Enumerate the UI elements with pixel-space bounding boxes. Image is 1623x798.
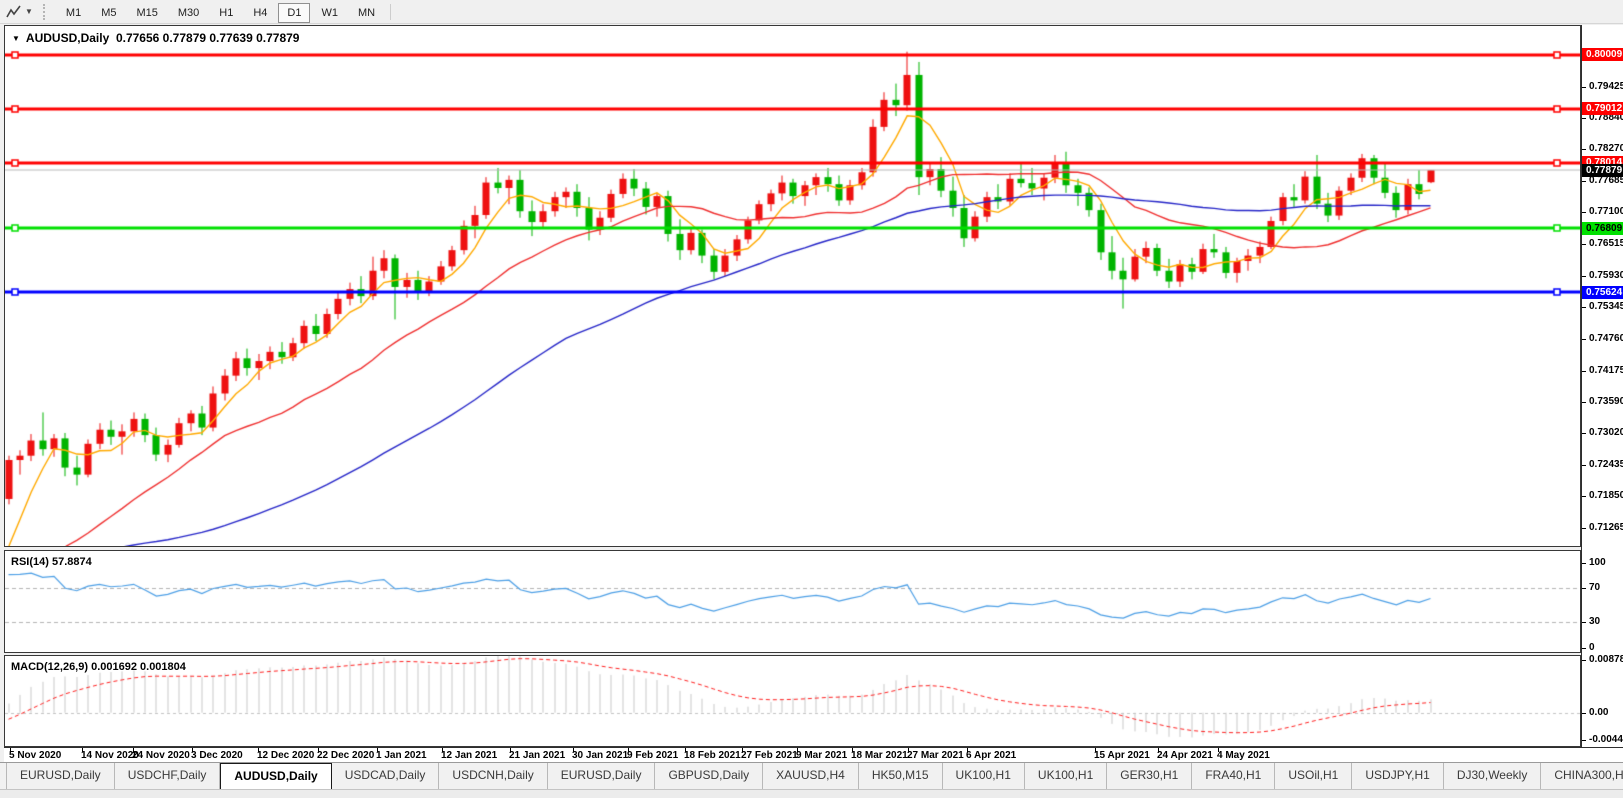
timeframe-button-m1[interactable]: M1 bbox=[57, 3, 90, 23]
date-label: 9 Mar 2021 bbox=[796, 750, 848, 761]
price-axis-tick: 0.71850 bbox=[1582, 490, 1623, 502]
macd-axis-tick: 0.008782 bbox=[1582, 654, 1623, 666]
timeframe-button-h1[interactable]: H1 bbox=[210, 3, 242, 23]
date-label: 4 May 2021 bbox=[1217, 750, 1270, 761]
rsi-canvas[interactable] bbox=[5, 551, 1580, 652]
chart-tab-ger30-h1[interactable]: GER30,H1 bbox=[1107, 763, 1193, 789]
timeframe-button-h4[interactable]: H4 bbox=[244, 3, 276, 23]
rsi-axis-tick: 100 bbox=[1582, 557, 1623, 569]
date-label: 24 Nov 2020 bbox=[132, 750, 190, 761]
date-label: 30 Jan 2021 bbox=[572, 750, 629, 761]
chart-tab-bar: EURUSD,Daily USDCHF,Daily AUDUSD,Daily USDC… bbox=[0, 762, 1623, 789]
chevron-down-icon[interactable]: ▼ bbox=[25, 7, 33, 16]
rsi-axis-tick: 70 bbox=[1582, 582, 1623, 594]
chart-tab-usoil-h1[interactable]: USOil,H1 bbox=[1275, 763, 1353, 789]
main-chart-canvas[interactable] bbox=[5, 26, 1580, 546]
date-label: 5 Nov 2020 bbox=[9, 750, 62, 761]
chart-tab-uk100-h1[interactable]: UK100,H1 bbox=[1025, 763, 1108, 789]
chart-tab-china300-h1[interactable]: CHINA300,H1 bbox=[1541, 763, 1623, 789]
price-axis-tick: 0.71265 bbox=[1582, 522, 1623, 534]
price-tag-hline-3: 0.76809 bbox=[1582, 221, 1623, 235]
price-axis-tick: 0.74175 bbox=[1582, 365, 1623, 377]
price-axis-tick: 0.72435 bbox=[1582, 459, 1623, 471]
rsi-axis-tick: 30 bbox=[1582, 616, 1623, 628]
chart-tab-usdcnh-daily[interactable]: USDCNH,Daily bbox=[439, 763, 548, 789]
macd-axis-tick: 0.00 bbox=[1582, 707, 1623, 719]
date-label: 3 Dec 2020 bbox=[191, 750, 243, 761]
price-axis-tick: 0.73590 bbox=[1582, 396, 1623, 408]
chart-tab-fra40-h1[interactable]: FRA40,H1 bbox=[1192, 763, 1276, 789]
chart-tab-xauusd-h4[interactable]: XAUUSD,H4 bbox=[763, 763, 859, 789]
chart-tab-eurusd-daily[interactable]: EURUSD,Daily bbox=[548, 763, 656, 789]
date-label: 22 Dec 2020 bbox=[317, 750, 375, 761]
chart-tab-gbpusd-daily[interactable]: GBPUSD,Daily bbox=[655, 763, 764, 789]
timeframe-button-m15[interactable]: M15 bbox=[127, 3, 166, 23]
macd-canvas[interactable] bbox=[5, 656, 1580, 746]
chart-title-symbol: AUDUSD,Daily bbox=[25, 31, 110, 45]
price-axis-tick: 0.75930 bbox=[1582, 270, 1623, 282]
toolbar-separator bbox=[390, 3, 392, 20]
date-label: 14 Nov 2020 bbox=[81, 750, 139, 761]
price-axis: 0.79425 0.78840 0.78270 0.77685 0.77100 0.765… bbox=[1581, 25, 1623, 747]
chart-title-dropdown-icon[interactable]: ▼ bbox=[12, 34, 20, 43]
trading-terminal: ▼ M1 M5 M15 M30 H1 H4 D1 W1 MN ▼ AUDUSD,Daily 0.7… bbox=[0, 0, 1623, 798]
date-label: 1 Jan 2021 bbox=[376, 750, 427, 761]
date-label: 18 Feb 2021 bbox=[684, 750, 741, 761]
price-axis-tick: 0.77100 bbox=[1582, 206, 1623, 218]
date-label: 9 Feb 2021 bbox=[627, 750, 679, 761]
date-label: 18 Mar 2021 bbox=[851, 750, 908, 761]
chart-title: ▼ AUDUSD,Daily 0.77656 0.77879 0.77639 0.… bbox=[12, 31, 299, 45]
price-axis-tick: 0.78270 bbox=[1582, 143, 1623, 155]
macd-axis-tick: -0.004451 bbox=[1582, 734, 1623, 746]
toolbar: ▼ M1 M5 M15 M30 H1 H4 D1 W1 MN bbox=[0, 0, 1623, 24]
bottom-scrollbar-strip[interactable] bbox=[0, 789, 1623, 798]
price-axis-tick: 0.79425 bbox=[1582, 81, 1623, 93]
date-label: 27 Mar 2021 bbox=[907, 750, 964, 761]
date-label: 6 Apr 2021 bbox=[966, 750, 1017, 761]
price-axis-tick: 0.76515 bbox=[1582, 238, 1623, 250]
line-chart-tool-icon[interactable] bbox=[4, 3, 24, 21]
price-tag-hline-0: 0.80009 bbox=[1582, 48, 1623, 62]
macd-label: MACD(12,26,9) 0.001692 0.001804 bbox=[11, 661, 186, 673]
timeframe-button-w1[interactable]: W1 bbox=[312, 3, 347, 23]
timeframe-button-mn[interactable]: MN bbox=[349, 3, 384, 23]
chart-tab-eurusd-daily[interactable]: EURUSD,Daily bbox=[6, 763, 115, 789]
chart-tab-uk100-h1[interactable]: UK100,H1 bbox=[943, 763, 1025, 789]
timeframe-buttons: M1 M5 M15 M30 H1 H4 D1 W1 MN bbox=[56, 2, 385, 23]
rsi-label: RSI(14) 57.8874 bbox=[11, 556, 92, 568]
rsi-axis-tick: 0 bbox=[1582, 642, 1623, 654]
price-axis-tick: 0.75345 bbox=[1582, 301, 1623, 313]
price-tag-hline-4: 0.75624 bbox=[1582, 285, 1623, 299]
timeframe-button-m5[interactable]: M5 bbox=[92, 3, 125, 23]
chart-tab-hk50-m15[interactable]: HK50,M15 bbox=[859, 763, 943, 789]
timeframe-button-d1[interactable]: D1 bbox=[278, 2, 311, 23]
chart-tab-usdjpy-h1[interactable]: USDJPY,H1 bbox=[1352, 763, 1444, 789]
date-label: 12 Dec 2020 bbox=[257, 750, 315, 761]
date-label: 15 Apr 2021 bbox=[1094, 750, 1150, 761]
date-label: 27 Feb 2021 bbox=[741, 750, 798, 761]
chart-tab-dj30-weekly[interactable]: DJ30,Weekly bbox=[1444, 763, 1542, 789]
date-axis: 5 Nov 2020 14 Nov 2020 24 Nov 2020 3 Dec 20… bbox=[4, 747, 1623, 762]
chart-tab-usdchf-daily[interactable]: USDCHF,Daily bbox=[115, 763, 221, 789]
date-label: 12 Jan 2021 bbox=[441, 750, 498, 761]
price-tag-hline-1: 0.79012 bbox=[1582, 102, 1623, 116]
date-label: 21 Jan 2021 bbox=[509, 750, 566, 761]
chart-title-ohlc: 0.77656 0.77879 0.77639 0.77879 bbox=[115, 31, 300, 45]
price-axis-tick: 0.73020 bbox=[1582, 427, 1623, 439]
chart-tab-usdcad-daily[interactable]: USDCAD,Daily bbox=[332, 763, 440, 789]
chart-tab-audusd-daily[interactable]: AUDUSD,Daily bbox=[220, 763, 332, 789]
price-axis-tick: 0.74760 bbox=[1582, 333, 1623, 345]
current-price-tag: 0.77879 bbox=[1582, 163, 1623, 177]
date-label: 24 Apr 2021 bbox=[1157, 750, 1213, 761]
toolbar-drag-handle[interactable] bbox=[42, 3, 48, 20]
timeframe-button-m30[interactable]: M30 bbox=[169, 3, 208, 23]
